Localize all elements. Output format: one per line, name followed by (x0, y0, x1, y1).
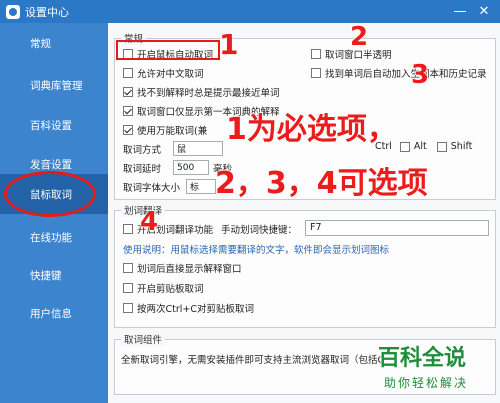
allow-chinese-checkbox[interactable] (123, 68, 133, 78)
required-note: 1为必选项， (225, 111, 397, 148)
highlight-box (116, 40, 220, 60)
clipboard-checkbox[interactable] (123, 283, 133, 293)
double-ctrl-c-option[interactable]: 按两次Ctrl+C对剪贴板取词 (123, 301, 254, 315)
component-desc: 全新取词引擎，无需安装插件即可支持主流浏览器取词（包括C (121, 355, 385, 366)
delay-value: 500 (177, 162, 195, 173)
clipboard-option[interactable]: 开启剪贴板取词 (123, 281, 204, 295)
sidebar-item-shortcuts[interactable]: 快捷键 (0, 255, 108, 295)
annotation-4: 4 (139, 206, 159, 238)
font-size-select[interactable]: 标 (186, 179, 217, 194)
delay-input[interactable]: 500 (173, 160, 210, 175)
shift-checkbox[interactable] (436, 141, 447, 152)
window-title: 设置中心 (25, 5, 69, 19)
first-dict-only-checkbox[interactable] (123, 106, 133, 116)
window-transparent-checkbox[interactable] (311, 49, 321, 59)
add-to-wordbook-option[interactable]: 找到单词后自动加入生词本和历史记录 (311, 66, 487, 80)
annotation-1: 1 (218, 27, 239, 62)
shortcut-label: 手动划词快捷键： (221, 225, 298, 236)
clipboard-label: 开启剪贴板取词 (137, 284, 204, 295)
sidebar: 常规 词典库管理 百科设置 发音设置 鼠标取词 在线功能 快捷键 用户信息 (0, 23, 108, 403)
allow-chinese-label: 允许对中文取词 (137, 69, 204, 80)
sidebar-item-user-info[interactable]: 用户信息 (0, 293, 108, 333)
shortcut-input[interactable]: F7 (305, 220, 489, 236)
usage-text: 使用说明：用鼠标选择需要翻译的文字，软件即会显示划词图标 (123, 245, 390, 256)
watermark-slogan: 助你轻松解决 (384, 376, 469, 390)
show-after-select-label: 划词后直接显示解释窗口 (137, 264, 242, 275)
alt-label: Alt (413, 141, 427, 152)
show-similar-label: 找不到解释时总是提示最接近单词 (137, 88, 280, 99)
add-to-wordbook-checkbox[interactable] (311, 68, 321, 78)
double-ctrl-c-checkbox[interactable] (123, 303, 133, 313)
universal-lookup-label: 使用万能取词(兼 (137, 126, 208, 137)
universal-lookup-checkbox[interactable] (123, 125, 133, 135)
font-size-row: 取词字体大小 标 (123, 179, 217, 194)
lookup-method-value: 鼠 (177, 145, 187, 155)
universal-lookup-option[interactable]: 使用万能取词(兼 (123, 123, 207, 137)
annotation-2: 2 (349, 21, 369, 53)
highlight-circle (4, 171, 96, 217)
lookup-method-label: 取词方式 (123, 144, 162, 156)
translate-group: 划词翻译 开启划词翻译功能 手动划词快捷键： F7 使用说明：用鼠标选择需要翻译… (114, 203, 496, 328)
close-button[interactable]: ✕ (472, 0, 496, 23)
enable-translate-checkbox[interactable] (123, 224, 133, 234)
font-size-value: 标 (190, 183, 200, 193)
watermark-brand: 百科全说 (377, 345, 467, 372)
sidebar-item-general[interactable]: 常规 (0, 23, 108, 63)
show-similar-checkbox[interactable] (123, 87, 133, 97)
show-after-select-checkbox[interactable] (123, 263, 133, 273)
show-after-select-option[interactable]: 划词后直接显示解释窗口 (123, 261, 242, 275)
alt-checkbox[interactable] (399, 141, 410, 152)
watermark: 百科全说 助你轻松解决 (372, 340, 500, 403)
sidebar-item-online[interactable]: 在线功能 (0, 217, 108, 257)
sidebar-item-dictionary[interactable]: 词典库管理 (0, 65, 108, 105)
shift-label: Shift (450, 141, 473, 152)
delay-label: 取词延时 (123, 163, 162, 175)
lookup-method-select[interactable]: 鼠 (173, 141, 224, 156)
show-similar-option[interactable]: 找不到解释时总是提示最接近单词 (123, 85, 280, 99)
allow-chinese-option[interactable]: 允许对中文取词 (123, 66, 204, 80)
lookup-method-row: 取词方式 鼠 (123, 141, 224, 156)
title-bar: 设置中心 — ✕ (0, 0, 500, 23)
component-group-title: 取词组件 (121, 332, 166, 346)
font-size-label: 取词字体大小 (123, 182, 181, 194)
app-icon (6, 4, 20, 19)
sidebar-item-encyclopedia[interactable]: 百科设置 (0, 105, 108, 145)
minimize-button[interactable]: — (448, 0, 472, 23)
add-to-wordbook-label: 找到单词后自动加入生词本和历史记录 (325, 69, 487, 80)
optional-note: 2，3，4可选项 (214, 165, 428, 202)
double-ctrl-c-label: 按两次Ctrl+C对剪贴板取词 (137, 304, 254, 315)
annotation-3: 3 (410, 59, 430, 91)
